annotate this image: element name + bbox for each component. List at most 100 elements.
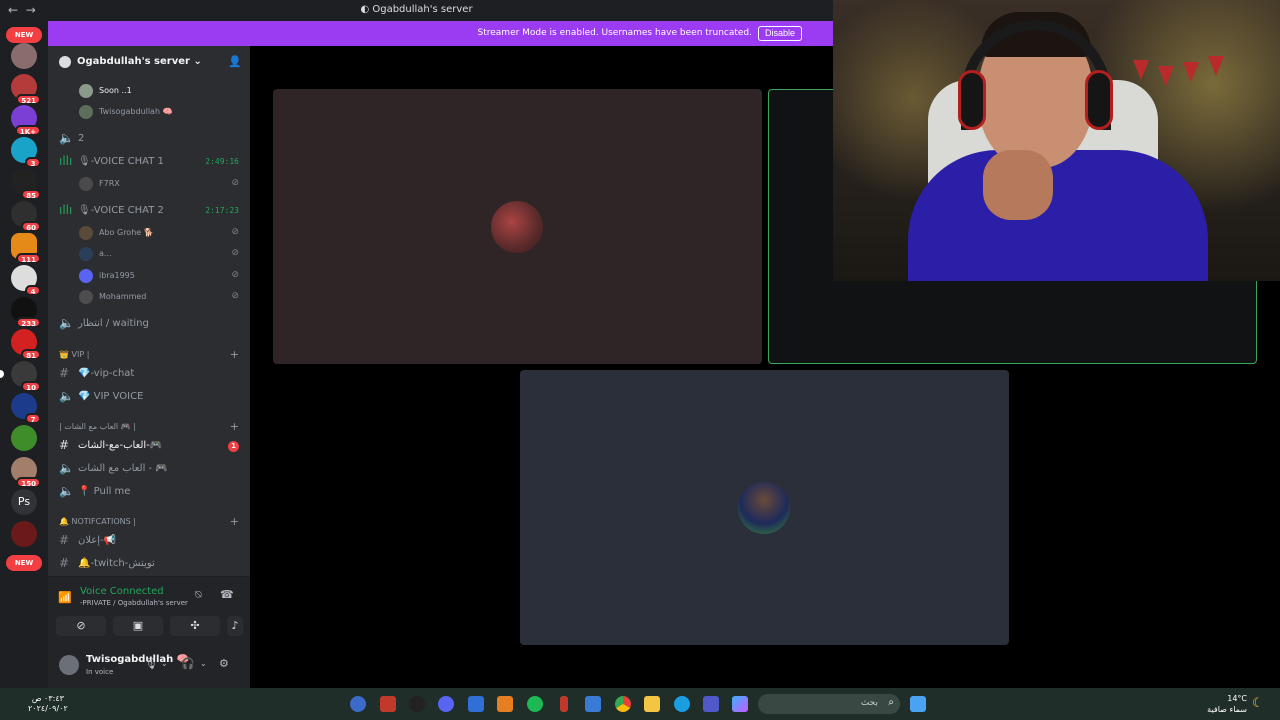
new-badge-top[interactable]: NEW xyxy=(6,27,42,43)
noise-suppression-icon[interactable]: ⍉ xyxy=(195,588,202,602)
weather-widget[interactable]: 14°C سماء صافية xyxy=(1200,693,1247,715)
spotify-icon[interactable] xyxy=(527,696,543,712)
microphone-icon[interactable]: 🎙 xyxy=(144,657,158,670)
voice-user[interactable]: ibra1995 ⊘ xyxy=(48,266,250,286)
screen-share-button[interactable]: ▣ xyxy=(113,616,163,636)
voice-channel-waiting[interactable]: 🔈 انتظار / waiting xyxy=(48,314,250,334)
folder-icon[interactable] xyxy=(644,696,660,712)
mention-badge: 81 xyxy=(21,349,41,360)
voice-connected-status[interactable]: Voice Connected xyxy=(80,586,164,597)
add-channel-icon[interactable]: + xyxy=(230,348,239,361)
disconnect-icon[interactable]: ☎ xyxy=(220,588,234,601)
server-icon-11[interactable]: 10 xyxy=(0,361,41,392)
voice-user-name: Soon ..1 xyxy=(99,86,132,95)
server-icon-14[interactable]: 150 xyxy=(11,457,41,488)
headphones-icon[interactable]: 🎧 xyxy=(181,657,195,670)
app-icon[interactable] xyxy=(468,696,484,712)
chevron-down-icon[interactable]: ⌄ xyxy=(161,659,168,668)
taskbar-search[interactable]: بحث ⌕ xyxy=(758,694,900,714)
soundboard-icon: ♪ xyxy=(231,619,239,632)
server-icon-8[interactable]: 4 xyxy=(11,265,41,296)
activities-button[interactable]: ✣ xyxy=(170,616,220,636)
window-title: ◐ Ogabdullah's server xyxy=(360,4,473,15)
voice-channel-games[interactable]: 🔈 العاب مع الشات - 🎮 xyxy=(48,459,250,479)
server-icon-10[interactable]: 81 xyxy=(11,329,41,360)
server-icon-5[interactable]: 85 xyxy=(11,169,41,200)
app-icon[interactable] xyxy=(409,696,425,712)
app-icon[interactable] xyxy=(380,696,396,712)
store-icon[interactable] xyxy=(585,696,601,712)
soundboard-button[interactable]: ♪ xyxy=(227,616,243,636)
voice-user[interactable]: F7RX ⊘ xyxy=(48,174,250,194)
app-icon[interactable] xyxy=(497,696,513,712)
windows-start-icon[interactable] xyxy=(910,696,926,712)
voice-user[interactable]: Soon ..1 xyxy=(48,81,250,101)
chevron-down-icon[interactable]: ⌄ xyxy=(200,659,207,668)
server-icon-16[interactable] xyxy=(11,521,37,547)
text-channel-ads[interactable]: # إعلان-📢 xyxy=(48,531,250,551)
server-icon-7[interactable]: 111 xyxy=(11,233,41,264)
channel-timer: 2:49:16 xyxy=(205,157,239,166)
deafened-icon: ⊘ xyxy=(231,248,239,258)
category-notifications[interactable]: 🔔 NOTIFCATIONS | + xyxy=(48,513,250,531)
discord-icon[interactable] xyxy=(438,696,454,712)
voice-user[interactable]: Abo Grohe 🐕 ⊘ xyxy=(48,223,250,243)
copilot-icon[interactable] xyxy=(732,696,748,712)
server-icon-6[interactable]: 60 xyxy=(11,201,41,232)
camera-toggle-button[interactable]: ⊘ xyxy=(56,616,106,636)
add-channel-icon[interactable]: + xyxy=(230,420,239,433)
server-icon-4[interactable]: 3 xyxy=(11,137,41,168)
settings-gear-icon[interactable]: ⚙ xyxy=(219,657,229,670)
chrome-icon[interactable] xyxy=(615,696,631,712)
video-tile[interactable] xyxy=(520,370,1009,645)
voice-channel-pull-me[interactable]: 🔈 📍 Pull me xyxy=(48,482,250,502)
voice-user[interactable]: Mohammed ⊘ xyxy=(48,287,250,307)
voice-channel-1[interactable]: ıllı 🎙-VOICE CHAT 1 2:49:16 xyxy=(48,152,250,172)
server-icon-2[interactable]: 521 xyxy=(11,74,41,105)
server-icon-9[interactable]: 233 xyxy=(11,297,41,328)
category-games[interactable]: | العاب مع الشات 🎮 | + xyxy=(48,418,250,436)
server-icon-12[interactable]: 7 xyxy=(11,393,41,424)
mention-badge: 111 xyxy=(16,253,41,264)
hash-icon: # xyxy=(59,438,70,452)
signal-icon[interactable]: 📶 xyxy=(58,591,72,604)
server-icon: ◐ xyxy=(360,4,370,15)
webcam-hand xyxy=(983,150,1053,220)
voice-user[interactable]: Twisogabdullah 🧠 xyxy=(48,102,250,122)
server-icon-13[interactable] xyxy=(11,425,37,451)
disable-streamer-button[interactable]: Disable xyxy=(757,26,802,41)
channel-label: 2 xyxy=(78,133,85,144)
speaker-icon: 🔈 xyxy=(59,484,74,498)
server-icon-3[interactable]: 1K+ xyxy=(11,105,41,136)
new-badge-bottom[interactable]: NEW xyxy=(6,555,42,571)
text-channel-games-chat[interactable]: # العاب-مع-الشات-🎮 1 xyxy=(48,436,250,456)
user-status: In voice xyxy=(86,668,114,676)
channel-timer: 2:17:23 xyxy=(205,206,239,215)
voice-user[interactable]: a... ⊘ xyxy=(48,244,250,264)
server-icon-ps[interactable]: Ps xyxy=(11,489,37,515)
app-icon[interactable] xyxy=(350,696,366,712)
headset-cup xyxy=(1085,70,1113,130)
mention-badge: 3 xyxy=(25,157,41,168)
username[interactable]: Twisogabdullah 🧠 xyxy=(86,654,189,665)
app-icon[interactable] xyxy=(560,696,568,712)
invite-people-icon[interactable]: 👤 xyxy=(228,55,242,68)
voice-channel-2[interactable]: 🔈 2 xyxy=(48,129,250,149)
text-channel-vip-chat[interactable]: # 💎-vip-chat xyxy=(48,364,250,384)
server-header[interactable]: Ogabdullah's server ⌄ 👤 xyxy=(48,46,250,80)
voice-channel-2-chat[interactable]: ıllı 🎙-VOICE CHAT 2 2:17:23 xyxy=(48,201,250,221)
avatar[interactable] xyxy=(59,655,79,675)
server-icon-1[interactable] xyxy=(11,43,37,69)
video-tile[interactable] xyxy=(273,89,762,364)
teams-icon[interactable] xyxy=(703,696,719,712)
category-vip[interactable]: 👑 VIP | + xyxy=(48,346,250,364)
add-channel-icon[interactable]: + xyxy=(230,515,239,528)
taskbar-clock[interactable]: ٠٣:٤٣ ص ٢٠٢٤/٠٩/٠٢ xyxy=(28,694,68,714)
mention-badge: 150 xyxy=(16,477,41,488)
edge-icon[interactable] xyxy=(674,696,690,712)
text-channel-twitch[interactable]: # 🔔-twitch-تويتش xyxy=(48,554,250,574)
avatar xyxy=(79,226,93,240)
voice-channel-vip[interactable]: 🔈 💎 VIP VOICE xyxy=(48,387,250,407)
taskbar: ٠٣:٤٣ ص ٢٠٢٤/٠٩/٠٢ بحث ⌕ 14°C سماء صافية ☾ xyxy=(0,688,1280,720)
mention-badge: 233 xyxy=(16,317,41,328)
